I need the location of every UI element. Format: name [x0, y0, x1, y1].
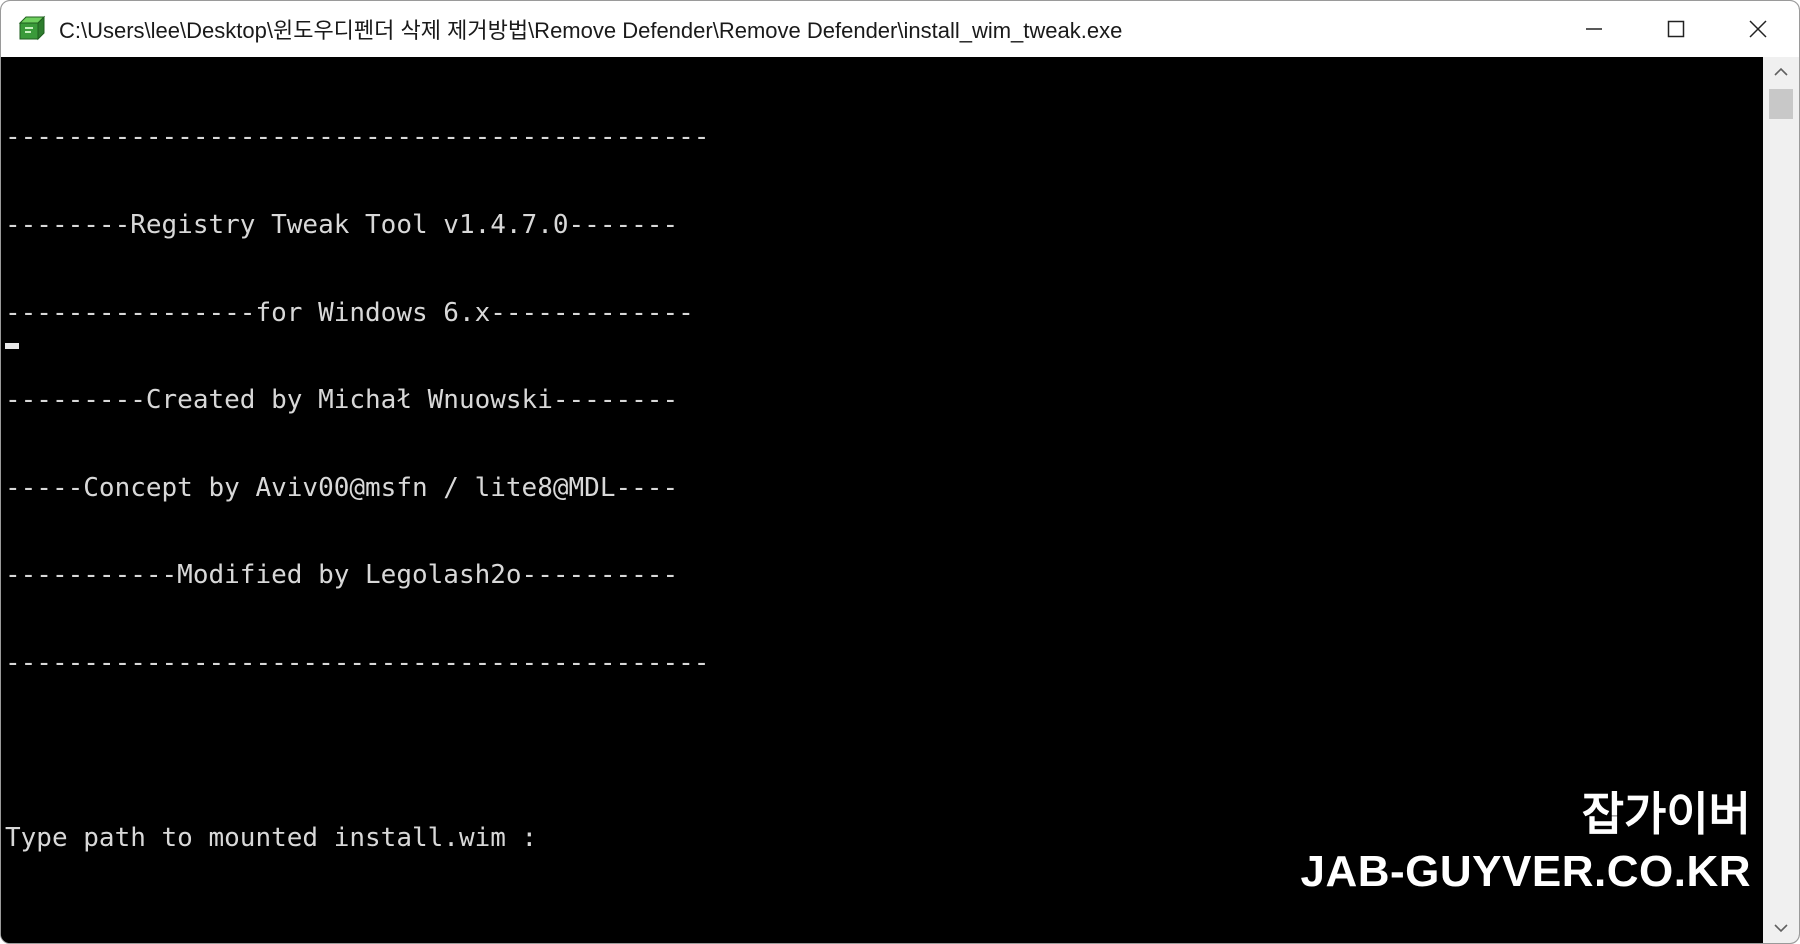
console-window: C:\Users\lee\Desktop\윈도우디펜더 삭제 제거방법\Remo…: [0, 0, 1800, 944]
watermark: 잡가이버 JAB-GUYVER.CO.KR: [1301, 785, 1752, 901]
vertical-scrollbar[interactable]: [1763, 57, 1799, 943]
console-text-block: ----------------------------------------…: [1, 57, 1763, 912]
minimize-button[interactable]: [1553, 1, 1635, 57]
scroll-up-arrow-icon: [1774, 67, 1788, 76]
watermark-domain: JAB-GUYVER.CO.KR: [1300, 847, 1751, 896]
scroll-down-button[interactable]: [1763, 913, 1799, 943]
console-line: ----------------for Windows 6.x---------…: [5, 297, 694, 328]
title-bar[interactable]: C:\Users\lee\Desktop\윈도우디펜더 삭제 제거방법\Remo…: [1, 1, 1799, 57]
console-line: ----------------------------------------…: [5, 122, 710, 153]
close-icon: [1749, 20, 1767, 38]
maximize-button[interactable]: [1635, 1, 1717, 57]
text-cursor: [5, 343, 19, 349]
console-line: -----Concept by Aviv00@msfn / lite8@MDL-…: [5, 472, 679, 503]
console-line: ---------Created by Michał Wnuowski-----…: [5, 385, 679, 416]
scroll-thumb[interactable]: [1769, 89, 1793, 119]
scroll-down-arrow-icon: [1774, 924, 1788, 933]
scroll-up-button[interactable]: [1763, 57, 1799, 87]
console-app-icon: [17, 14, 47, 44]
window-title: C:\Users\lee\Desktop\윈도우디펜더 삭제 제거방법\Remo…: [59, 18, 1123, 43]
minimize-icon: [1586, 28, 1602, 30]
maximize-icon: [1667, 20, 1685, 38]
watermark-korean: 잡가이버: [1581, 787, 1751, 841]
console-output[interactable]: ----------------------------------------…: [1, 57, 1763, 943]
console-line: -----------Modified by Legolash2o-------…: [5, 560, 679, 591]
close-button[interactable]: [1717, 1, 1799, 57]
window-controls: [1553, 1, 1799, 57]
console-line: --------Registry Tweak Tool v1.4.7.0----…: [5, 210, 679, 240]
console-line: ----------------------------------------…: [5, 647, 710, 678]
